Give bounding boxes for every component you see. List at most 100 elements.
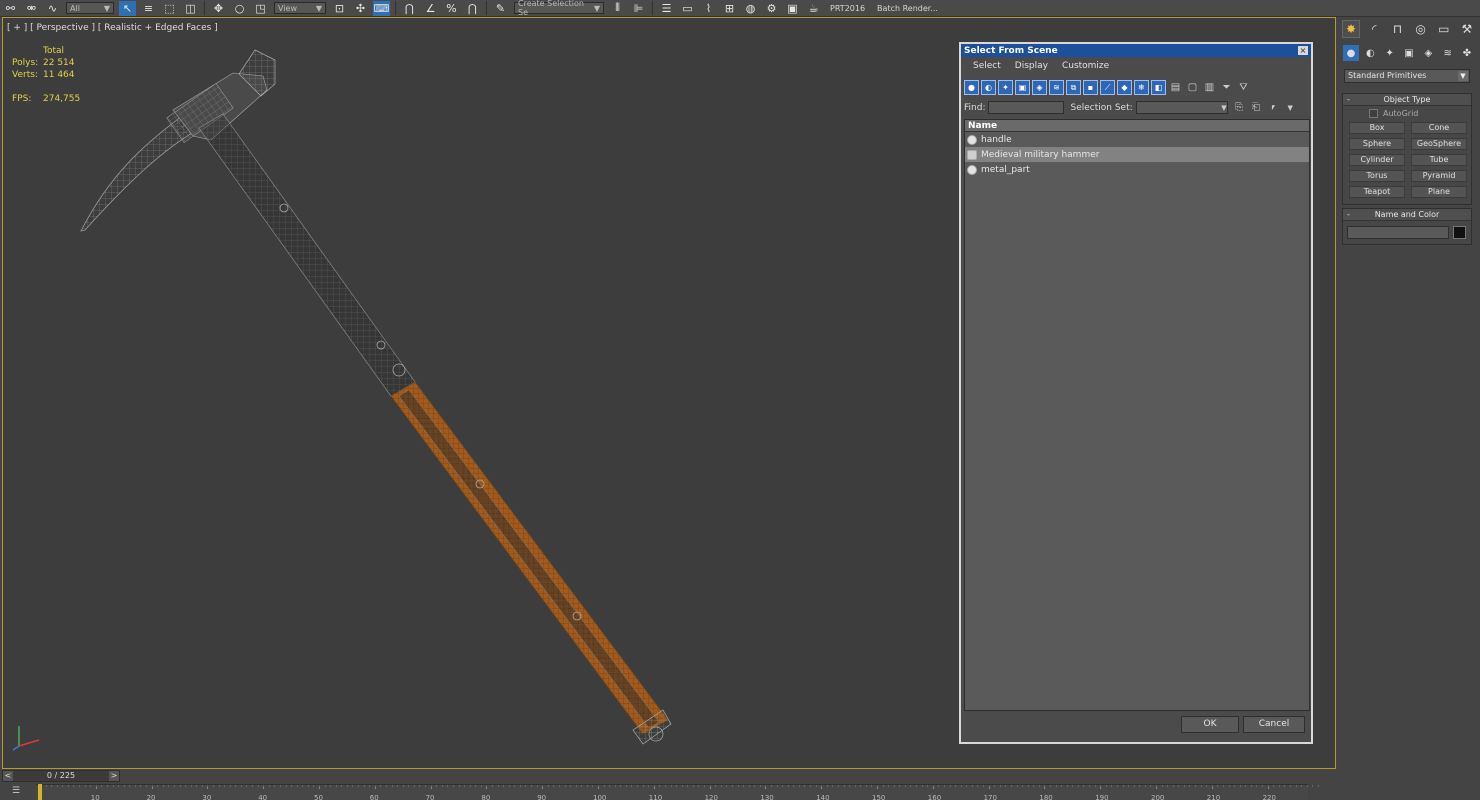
rectangular-selection-icon[interactable]: ⬚ (161, 1, 178, 16)
previous-frame-icon[interactable]: < (3, 771, 13, 781)
snaps-toggle-icon[interactable]: ⋂ (401, 1, 418, 16)
ok-button[interactable]: OK (1181, 716, 1239, 733)
geometry-icon[interactable]: ● (1343, 45, 1359, 61)
helpers-filter-icon[interactable]: ◈ (1032, 80, 1047, 95)
shapes-icon[interactable]: ◐ (1362, 45, 1378, 61)
plane-button[interactable]: Plane (1411, 186, 1467, 198)
box-button[interactable]: Box (1349, 122, 1405, 134)
helpers-icon[interactable]: ◈ (1420, 45, 1436, 61)
systems-icon[interactable]: ✤ (1459, 45, 1475, 61)
remove-from-selection-set-icon[interactable]: ⎖ (1266, 100, 1281, 115)
cylinder-button[interactable]: Cylinder (1349, 154, 1405, 166)
graphite-ribbon-icon[interactable]: ▭ (679, 1, 696, 16)
filter-icon[interactable]: ⏷ (1219, 80, 1234, 95)
find-input[interactable] (988, 101, 1065, 114)
named-selection-sets-dropdown[interactable]: Create Selection Se ▼ (514, 0, 604, 16)
create-selection-set-icon[interactable]: ⎘ (1232, 100, 1247, 115)
xrefs-filter-icon[interactable]: ▪ (1083, 80, 1098, 95)
add-to-selection-set-icon[interactable]: ⎗ (1249, 100, 1264, 115)
viewport-label[interactable]: [ + ] [ Perspective ] [ Realistic + Edge… (7, 23, 218, 33)
display-tab-icon[interactable]: ▭ (1435, 20, 1453, 38)
object-category-dropdown[interactable]: Standard Primitives ▼ (1344, 69, 1470, 83)
render-setup-icon[interactable]: ⚙ (763, 1, 780, 16)
percent-snap-icon[interactable]: % (443, 1, 460, 16)
options-arrow-icon[interactable]: ▼ (1283, 100, 1298, 115)
align-icon[interactable]: ⊫ (630, 1, 647, 16)
shapes-filter-icon[interactable]: ◐ (981, 80, 996, 95)
list-item[interactable]: handle (965, 132, 1309, 147)
containers-filter-icon[interactable]: ◆ (1117, 80, 1132, 95)
frozen-filter-icon[interactable]: ❄ (1134, 80, 1149, 95)
render-production-icon[interactable]: ☕ (805, 1, 822, 16)
hidden-filter-icon[interactable]: ◧ (1151, 80, 1166, 95)
tube-button[interactable]: Tube (1411, 154, 1467, 166)
groups-filter-icon[interactable]: ⧉ (1066, 80, 1081, 95)
space-warps-filter-icon[interactable]: ≋ (1049, 80, 1064, 95)
time-slider-thumb[interactable]: 0 / 225 (13, 771, 109, 781)
modify-tab-icon[interactable]: ◜ (1365, 20, 1383, 38)
rotate-icon[interactable]: ○ (231, 1, 248, 16)
track-bar[interactable]: 10 20 30 40 50 60 70 80 90 100 110 120 130 140 150 160 1… (36, 784, 1319, 800)
cancel-button[interactable]: Cancel (1243, 716, 1305, 733)
autogrid-checkbox[interactable] (1369, 108, 1378, 118)
close-icon[interactable]: × (1298, 46, 1308, 55)
object-name-input[interactable] (1347, 226, 1449, 239)
object-color-swatch[interactable] (1453, 226, 1466, 239)
batch-render-label[interactable]: Batch Render... (877, 4, 938, 13)
selection-set-dropdown[interactable]: ▼ (1135, 101, 1228, 114)
material-editor-icon[interactable]: ◍ (742, 1, 759, 16)
name-and-color-header[interactable]: - Name and Color (1343, 209, 1471, 221)
filter-settings-icon[interactable]: ⛛ (1236, 80, 1251, 95)
curve-editor-icon[interactable]: ⌇ (700, 1, 717, 16)
select-manipulate-icon[interactable]: ✣ (352, 1, 369, 16)
geosphere-button[interactable]: GeoSphere (1411, 138, 1467, 150)
unlink-icon[interactable]: ⚮ (23, 1, 40, 16)
time-cursor[interactable] (38, 784, 42, 800)
display-all-icon[interactable]: ▤ (1168, 80, 1183, 95)
menu-display[interactable]: Display (1015, 59, 1048, 73)
move-icon[interactable]: ✥ (210, 1, 227, 16)
space-warps-icon[interactable]: ≋ (1440, 45, 1456, 61)
list-item[interactable]: Medieval military hammer (965, 147, 1309, 162)
keyboard-shortcut-override-icon[interactable]: ⌨ (373, 0, 390, 16)
cameras-icon[interactable]: ▣ (1401, 45, 1417, 61)
hierarchy-tab-icon[interactable]: ⊓ (1388, 20, 1406, 38)
angle-snap-icon[interactable]: ∠ (422, 1, 439, 16)
track-bar-toggle-icon[interactable]: ☰ (8, 786, 24, 798)
display-none-icon[interactable]: ▢ (1185, 80, 1200, 95)
schematic-view-icon[interactable]: ⊞ (721, 1, 738, 16)
teapot-button[interactable]: Teapot (1349, 186, 1405, 198)
rendered-frame-window-icon[interactable]: ▣ (784, 1, 801, 16)
prt-label[interactable]: PRT2016 (830, 4, 865, 13)
selection-filter-dropdown[interactable]: All ▼ (66, 2, 114, 14)
menu-select[interactable]: Select (973, 59, 1001, 73)
sphere-button[interactable]: Sphere (1349, 138, 1405, 150)
reference-coordinate-dropdown[interactable]: View ▼ (274, 2, 326, 14)
spinner-snap-icon[interactable]: ⋂ (464, 1, 481, 16)
cone-button[interactable]: Cone (1411, 122, 1467, 134)
create-tab-icon[interactable]: ✸ (1342, 20, 1360, 38)
edit-named-selection-icon[interactable]: ✎ (492, 1, 509, 16)
lights-icon[interactable]: ✦ (1382, 45, 1398, 61)
menu-customize[interactable]: Customize (1062, 59, 1109, 73)
display-invert-icon[interactable]: ▥ (1202, 80, 1217, 95)
pyramid-button[interactable]: Pyramid (1411, 170, 1467, 182)
cameras-filter-icon[interactable]: ▣ (1015, 80, 1030, 95)
layer-manager-icon[interactable]: ☰ (658, 1, 675, 16)
select-by-name-icon[interactable]: ≡ (140, 1, 157, 16)
select-object-icon[interactable]: ↖ (119, 0, 136, 16)
utilities-tab-icon[interactable]: ⚒ (1458, 20, 1476, 38)
mirror-icon[interactable]: ⫴ (609, 1, 626, 16)
torus-button[interactable]: Torus (1349, 170, 1405, 182)
dialog-title-bar[interactable]: Select From Scene × (961, 44, 1311, 57)
list-item[interactable]: metal_part (965, 162, 1309, 177)
time-slider[interactable]: < 0 / 225 > (2, 770, 120, 782)
bind-space-warp-icon[interactable]: ∿ (44, 1, 61, 16)
window-crossing-icon[interactable]: ◫ (182, 1, 199, 16)
autogrid-row[interactable]: AutoGrid (1343, 106, 1471, 120)
next-frame-icon[interactable]: > (109, 771, 119, 781)
scale-icon[interactable]: ◳ (252, 1, 269, 16)
geometry-filter-icon[interactable]: ● (964, 80, 979, 95)
object-type-header[interactable]: - Object Type (1343, 94, 1471, 106)
column-header-name[interactable]: Name (965, 120, 1309, 132)
